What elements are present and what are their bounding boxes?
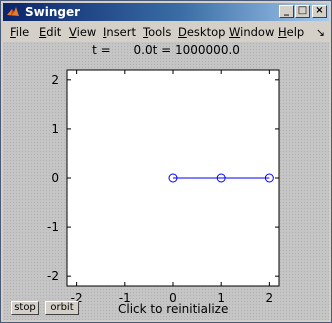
plot-axes[interactable]: -2 -1 0 1 2210-1-2 [3,42,329,320]
dock-arrow-icon[interactable]: ↘ [316,26,325,39]
menu-file[interactable]: File [10,25,29,39]
y-tick-label: 1 [51,122,59,136]
title-bar[interactable]: Swinger _ □ × [3,3,329,21]
menu-window[interactable]: Window [229,25,274,39]
menu-insert[interactable]: Insert [103,25,136,39]
y-tick-label: -1 [47,220,59,234]
y-tick-label: 2 [51,73,59,87]
stop-button[interactable]: stop [11,301,39,315]
matlab-logo-icon [7,7,19,16]
swinger-window: Swinger _ □ × File Edit View Insert Tool… [0,0,332,323]
menu-help[interactable]: Help [278,25,304,39]
close-button[interactable]: × [312,5,327,18]
minimize-button[interactable]: _ [279,5,294,18]
y-tick-label: -2 [47,269,59,283]
x-tick-label: 2 [266,291,274,305]
menu-view[interactable]: View [69,25,96,39]
y-tick-label: 0 [51,171,59,185]
orbit-button[interactable]: orbit [45,301,79,315]
status-text: Click to reinitialize [118,302,229,316]
menu-desktop[interactable]: Desktop [178,25,225,39]
menu-edit[interactable]: Edit [39,25,61,39]
menu-tools[interactable]: Tools [143,25,171,39]
figure-area: t = 0.0t = 1000000.0 -2 -1 0 1 2 2 1 0 -1 -2 stop… [3,42,329,320]
window-title: Swinger [25,5,81,19]
menu-bar: File Edit View Insert Tools Desktop Wind… [3,23,329,41]
maximize-button[interactable]: □ [295,5,310,18]
